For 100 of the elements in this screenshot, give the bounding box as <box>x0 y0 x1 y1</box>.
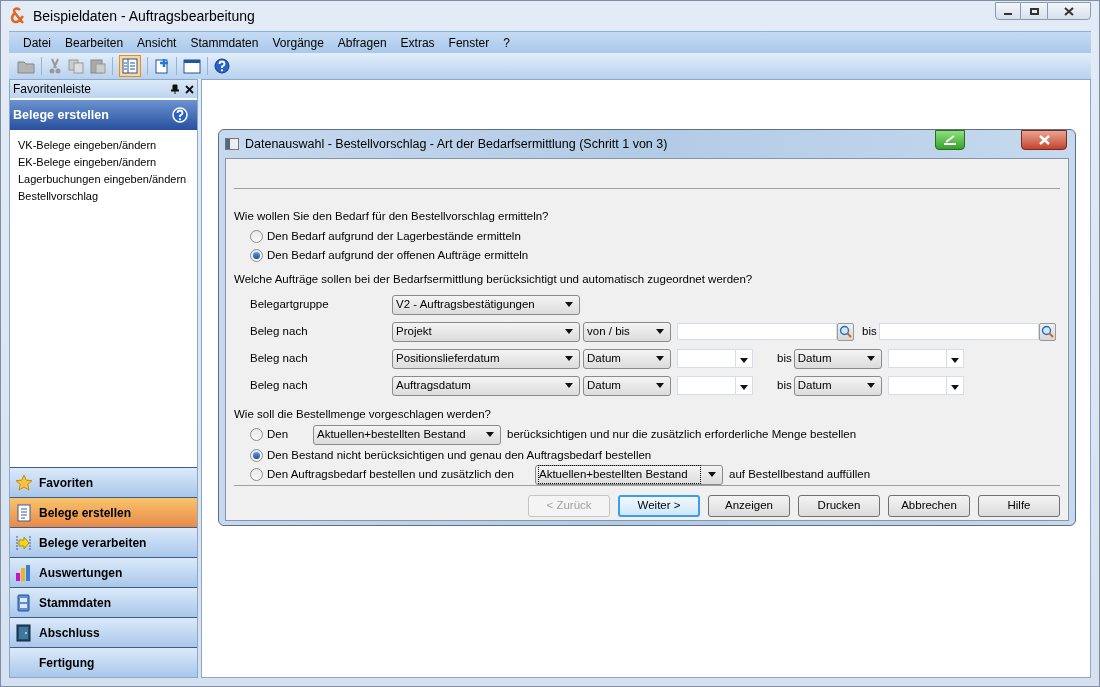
dropdown[interactable]: Positionslieferdatum <box>392 348 580 369</box>
caret-icon <box>950 358 959 363</box>
sidebar-link[interactable]: VK-Belege eingeben/ändern <box>18 137 157 154</box>
help-icon[interactable] <box>214 58 230 74</box>
menu-item[interactable]: Bearbeiten <box>59 33 130 52</box>
nav-button[interactable]: Auswertungen <box>10 557 197 587</box>
minimize-button[interactable] <box>995 2 1021 20</box>
window-title: Beispieldaten - Auftragsbearbeitung <box>33 6 255 26</box>
search-button[interactable] <box>837 322 854 341</box>
dialog-button[interactable]: Weiter > <box>618 494 700 517</box>
text-field[interactable] <box>878 323 1039 340</box>
caret-icon <box>565 356 573 361</box>
folder-icon[interactable] <box>17 58 35 74</box>
dialog-button[interactable]: Drucken <box>798 494 880 517</box>
menu-item[interactable]: ? <box>497 33 516 52</box>
date-field[interactable] <box>887 349 964 368</box>
section-title: Belege erstellen <box>13 106 109 124</box>
dropdown[interactable]: Projekt <box>392 321 580 342</box>
radio-button[interactable] <box>250 428 263 442</box>
scissors-icon[interactable] <box>48 58 62 74</box>
option-label: berücksichtigen und nur die zusätzlich erforderliche Menge bestellen <box>507 427 857 443</box>
dialog-button[interactable]: Anzeigen <box>708 494 790 517</box>
close-icon[interactable] <box>185 84 194 94</box>
option-label: auf Bestellbestand auffüllen <box>729 467 871 483</box>
date-field[interactable] <box>677 349 753 368</box>
close-icon <box>1064 6 1074 16</box>
new-document-icon[interactable] <box>154 58 170 74</box>
close-button[interactable] <box>1021 130 1067 150</box>
dropdown[interactable]: Auftragsdatum <box>392 375 580 396</box>
dialog-button[interactable]: Hilfe <box>978 494 1060 517</box>
field-label: Beleg nach <box>250 377 309 393</box>
dropdown[interactable]: Datum <box>583 348 671 369</box>
edit-button[interactable] <box>935 130 965 150</box>
option-label: Den Bedarf aufgrund der offenen Aufträge ermitteln <box>267 248 529 264</box>
menu-item[interactable]: Fenster <box>442 33 496 52</box>
menu-item[interactable]: Abfragen <box>331 33 393 52</box>
date-field[interactable] <box>887 376 964 395</box>
pin-icon[interactable] <box>171 84 179 94</box>
radio-button[interactable] <box>250 249 263 263</box>
text-field[interactable] <box>677 323 837 340</box>
sidebar-link[interactable]: Lagerbuchungen eingeben/ändern <box>18 171 187 188</box>
menu-item[interactable]: Vorgänge <box>266 33 330 52</box>
caret-icon <box>708 472 716 478</box>
dialog-icon <box>225 138 239 150</box>
close-icon <box>1038 135 1050 145</box>
option-label: Den Auftragsbedarf bestellen und zusätzlich den <box>267 467 515 483</box>
field-label: Beleg nach <box>250 350 309 366</box>
caret-icon <box>740 385 748 390</box>
caret-icon <box>656 356 664 361</box>
window-icon[interactable] <box>183 58 201 74</box>
arrow-icon <box>15 533 33 552</box>
option-label: Den Bestand nicht berücksichtigen und genau den Auftragsbedarf bestellen <box>267 447 652 463</box>
dropdown[interactable]: Datum <box>793 375 882 396</box>
dropdown[interactable]: V2 - Auftragsbestätigungen <box>392 294 580 315</box>
radio-button[interactable] <box>250 230 263 244</box>
field-label: bis <box>777 350 792 366</box>
caret-icon <box>740 358 748 363</box>
door-icon <box>15 623 33 642</box>
date-field[interactable] <box>677 376 753 395</box>
caret-icon <box>565 302 573 307</box>
radio-button[interactable] <box>250 468 263 482</box>
nav-button[interactable]: Belege erstellen <box>10 497 197 527</box>
nav-button[interactable]: Stammdaten <box>10 587 197 617</box>
panel-title: Favoritenleiste <box>13 81 92 98</box>
maximize-button[interactable] <box>1021 2 1047 20</box>
menu-item[interactable]: Extras <box>394 33 441 52</box>
option-label: Den Bedarf aufgrund der Lagerbestände ermitteln <box>267 229 521 245</box>
caret-icon <box>866 383 875 388</box>
pen-icon <box>943 135 957 145</box>
dropdown[interactable]: Aktuellen+bestellten Bestand <box>535 464 723 485</box>
search-button[interactable] <box>1038 322 1056 341</box>
menu-item[interactable]: Datei <box>17 33 57 52</box>
nav-button[interactable]: Belege verarbeiten <box>10 527 197 557</box>
dropdown[interactable]: Datum <box>583 375 671 396</box>
menu-item[interactable]: Ansicht <box>131 33 183 52</box>
nav-button[interactable]: Abschluss <box>10 617 197 647</box>
caret-icon <box>565 329 573 334</box>
dropdown[interactable]: Aktuellen+bestellten Bestand <box>313 424 501 445</box>
caret-icon <box>656 329 664 334</box>
field-label: Beleg nach <box>250 323 309 339</box>
dialog-button[interactable]: Abbrechen <box>888 494 970 517</box>
radio-button[interactable] <box>250 448 263 462</box>
paste-icon[interactable] <box>90 58 106 74</box>
dropdown[interactable]: Datum <box>793 348 882 369</box>
dialog-title: Datenauswahl - Bestellvorschlag - Art der Bedarfsermittlung (Schritt 1 von 3) <box>245 135 668 153</box>
question-text: Welche Aufträge sollen bei der Bedarfsermittlung berücksichtigt und automatisch zugeordnet werden? <box>234 272 753 288</box>
caret-icon <box>866 356 875 361</box>
sidebar-link[interactable]: Bestellvorschlag <box>18 188 99 205</box>
sidebar-link[interactable]: EK-Belege eingeben/ändern <box>18 154 157 171</box>
close-button[interactable] <box>1047 2 1091 20</box>
nav-button[interactable]: Favoriten <box>10 467 197 497</box>
question-text: Wie soll die Bestellmenge vorgeschlagen werden? <box>234 406 491 422</box>
document-icon <box>15 503 33 522</box>
caret-icon <box>950 385 959 390</box>
nav-button[interactable]: Fertigung <box>10 647 197 677</box>
sidebar-toggle-button[interactable] <box>119 55 141 77</box>
dropdown[interactable]: von / bis <box>583 321 671 342</box>
caret-icon <box>565 383 573 388</box>
menu-item[interactable]: Stammdaten <box>184 33 265 52</box>
bar-chart-icon <box>15 563 33 582</box>
